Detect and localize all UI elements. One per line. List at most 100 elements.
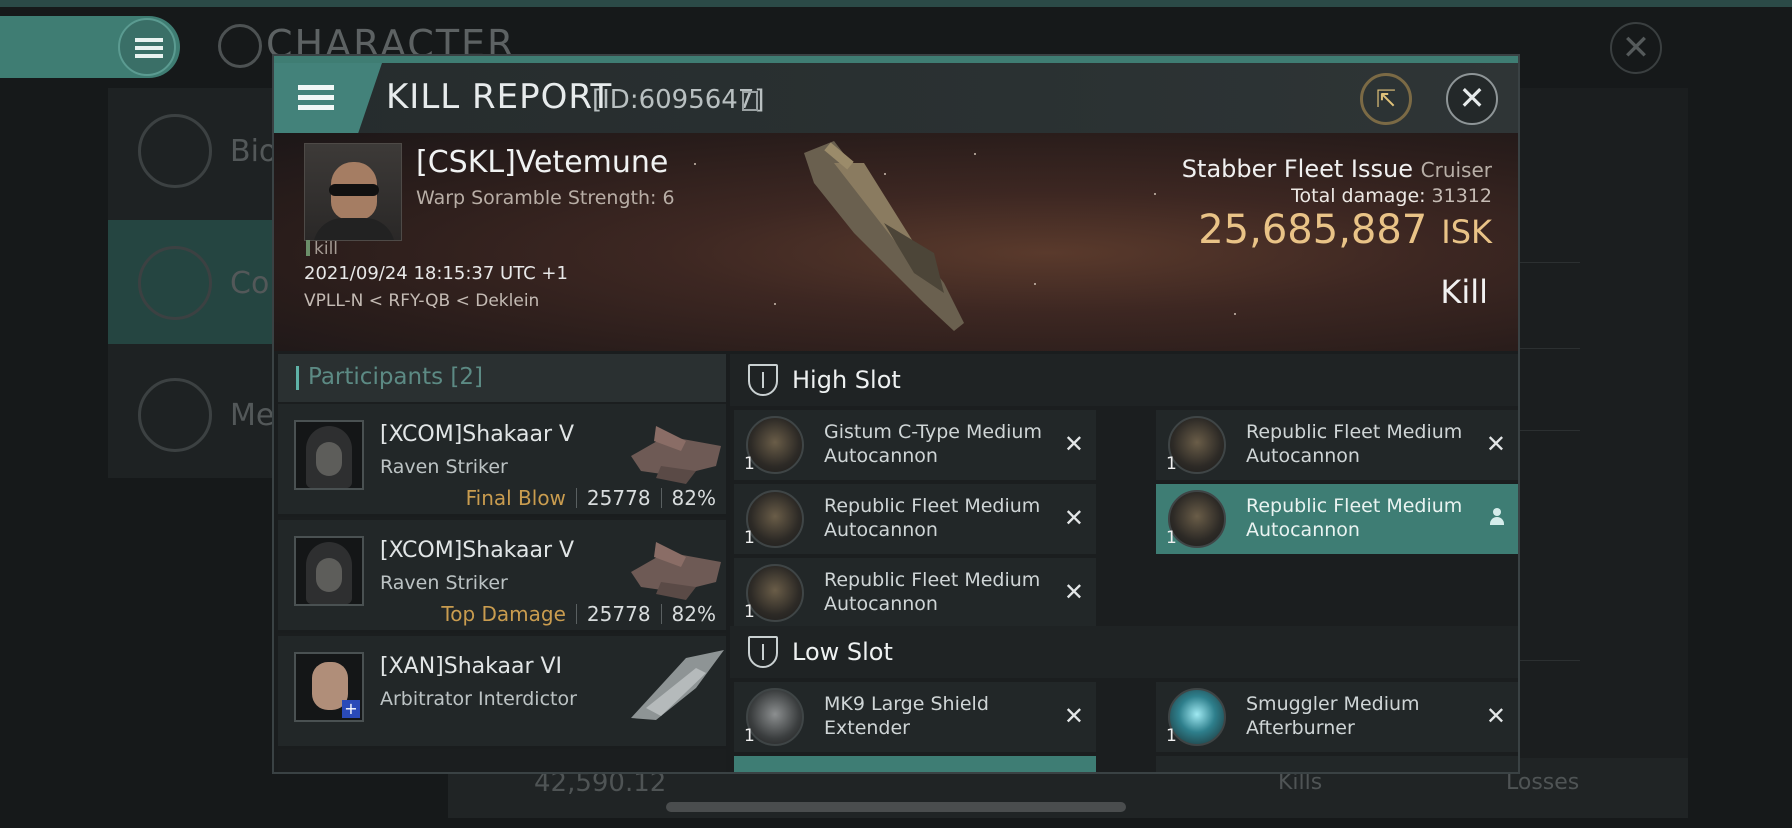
kill-datetime: 2021/09/24 18:15:37 UTC +1 [304, 263, 568, 284]
modal-menu-button[interactable] [274, 63, 382, 133]
slot-icon [748, 364, 778, 396]
module-name: Republic Fleet Medium Autocannon [1246, 495, 1463, 541]
module-qty: 1 [744, 528, 755, 548]
module-qty: 1 [744, 602, 755, 622]
module-name: Smuggler Medium Afterburner [1246, 693, 1420, 739]
warp-scramble-strength: Warp Soramble Strength: 6 [416, 187, 675, 209]
participant-avatar[interactable] [294, 536, 364, 606]
participant-ship: Arbitrator Interdictor [380, 688, 577, 710]
module-name: Republic Fleet Medium Autocannon [824, 495, 1041, 541]
module-qty: 1 [744, 726, 755, 746]
pilot-icon[interactable] [1490, 508, 1504, 526]
total-damage-label: Total damage: [1291, 185, 1426, 207]
participant-stats: Top Damage 25778 82% [441, 602, 716, 626]
module-item-partial[interactable] [1156, 756, 1518, 772]
module-item[interactable]: 1 Smuggler Medium Afterburner ✕ [1156, 682, 1518, 752]
participant-stats: Final Blow 25778 82% [466, 486, 716, 510]
kill-report-modal: KILL REPORT [ID:6095647] ⇱ ✕ [CSKL]Vetem… [272, 54, 1520, 774]
participant-damage: 25778 [586, 602, 651, 626]
slot-icon [748, 636, 778, 668]
participant-ship-image [631, 650, 724, 720]
module-name: Republic Fleet Medium Autocannon [824, 569, 1041, 615]
module-name: MK9 Large Shield Extender [824, 693, 989, 739]
kill-location: VPLL-N < RFY-QB < Deklein [304, 291, 540, 311]
module-name: Gistum C-Type Medium Autocannon [824, 421, 1042, 467]
modal-title: KILL REPORT [386, 77, 613, 117]
remove-icon[interactable]: ✕ [1064, 702, 1084, 730]
ship-type: Stabber Fleet Issue [1181, 155, 1413, 183]
report-id: [ID:6095647] [592, 85, 765, 115]
participant-ship-image [631, 426, 721, 484]
kill-result: Kill [1440, 273, 1488, 311]
participant-avatar[interactable]: + [294, 652, 364, 722]
participant-name: [XAN]Shakaar VI [380, 654, 563, 679]
module-name: Republic Fleet Medium Autocannon [1246, 421, 1463, 467]
character-icon [218, 24, 262, 68]
remove-icon[interactable]: ✕ [1064, 504, 1084, 532]
side-item-label: Me [230, 398, 275, 433]
module-qty: 1 [1166, 454, 1177, 474]
participant-avatar[interactable] [294, 420, 364, 490]
share-button[interactable]: ⇱ [1360, 73, 1412, 125]
ship-name: Stabber Fleet Issue Cruiser [1182, 155, 1492, 183]
remove-icon[interactable]: ✕ [1486, 430, 1506, 458]
module-item-selected[interactable]: 1 Republic Fleet Medium Autocannon [1156, 484, 1518, 554]
victim-banner: [CSKL]Vetemune Warp Soramble Strength: 6… [274, 133, 1518, 351]
modal-header: KILL REPORT [ID:6095647] ⇱ ✕ [274, 63, 1518, 133]
side-item-label: Bio [230, 134, 278, 169]
total-damage: Total damage: 31312 [1291, 185, 1492, 207]
close-button[interactable]: ✕ [1446, 73, 1498, 125]
participant-ship: Raven Striker [380, 572, 508, 594]
module-qty: 1 [744, 454, 755, 474]
background-close-button[interactable]: ✕ [1610, 22, 1662, 74]
main-menu-button[interactable] [0, 16, 180, 78]
remove-icon[interactable]: ✕ [1064, 578, 1084, 606]
menu-icon [298, 85, 334, 90]
share-icon: ⇱ [1375, 85, 1397, 113]
kill-tag-label: kill [314, 239, 339, 259]
module-item[interactable]: 1 Republic Fleet Medium Autocannon ✕ [1156, 410, 1518, 480]
isk-amount: 25,685,887 [1198, 207, 1428, 253]
participant-ship-image [631, 542, 721, 600]
top-strip [0, 0, 1792, 7]
close-icon: ✕ [1458, 79, 1486, 117]
module-item-partial[interactable] [734, 756, 1096, 772]
participants-header[interactable]: Participants [2] [278, 354, 726, 402]
module-item[interactable]: 1 Republic Fleet Medium Autocannon ✕ [734, 558, 1096, 628]
participant-row[interactable]: [XCOM]Shakaar V Raven Striker Final Blow… [278, 404, 726, 517]
high-slot-header: High Slot [730, 354, 1518, 406]
participant-row[interactable]: + [XAN]Shakaar VI Arbitrator Interdictor [278, 636, 726, 749]
remove-icon[interactable]: ✕ [1486, 702, 1506, 730]
isk-value: 25,685,887 ISK [1198, 207, 1492, 253]
plus-icon: + [342, 700, 360, 718]
participant-row[interactable]: [XCOM]Shakaar V Raven Striker Top Damage… [278, 520, 726, 633]
module-item[interactable]: 1 MK9 Large Shield Extender ✕ [734, 682, 1096, 752]
isk-unit: ISK [1441, 213, 1492, 251]
menu-icon [118, 18, 176, 76]
horizontal-scrollbar[interactable] [666, 802, 1126, 812]
total-damage-value: 31312 [1431, 185, 1492, 207]
module-item[interactable]: 1 Gistum C-Type Medium Autocannon ✕ [734, 410, 1096, 480]
victim-name[interactable]: [CSKL]Vetemune [416, 145, 668, 180]
victim-ship-image[interactable] [794, 133, 994, 343]
side-item-label: Co [230, 266, 270, 301]
modal-accent-line [274, 56, 1518, 63]
list-icon [138, 114, 212, 188]
top-damage-tag: Top Damage [441, 602, 566, 626]
kill-tag: kill [306, 239, 338, 259]
low-slot-header: Low Slot [730, 626, 1518, 678]
participant-damage: 25778 [586, 486, 651, 510]
swords-icon [138, 246, 212, 320]
participants-panel: Participants [2] [XCOM]Shakaar V Raven S… [278, 354, 726, 772]
victim-avatar[interactable] [304, 143, 402, 241]
module-item[interactable]: 1 Republic Fleet Medium Autocannon ✕ [734, 484, 1096, 554]
remove-icon[interactable]: ✕ [1064, 430, 1084, 458]
participant-name: [XCOM]Shakaar V [380, 538, 575, 563]
participant-ship: Raven Striker [380, 456, 508, 478]
participant-percent: 82% [671, 602, 716, 626]
participants-count: [2] [450, 364, 484, 390]
copy-icon[interactable] [742, 91, 758, 111]
participants-label: Participants [308, 364, 444, 390]
low-slot-label: Low Slot [792, 638, 893, 666]
star-icon [138, 378, 212, 452]
